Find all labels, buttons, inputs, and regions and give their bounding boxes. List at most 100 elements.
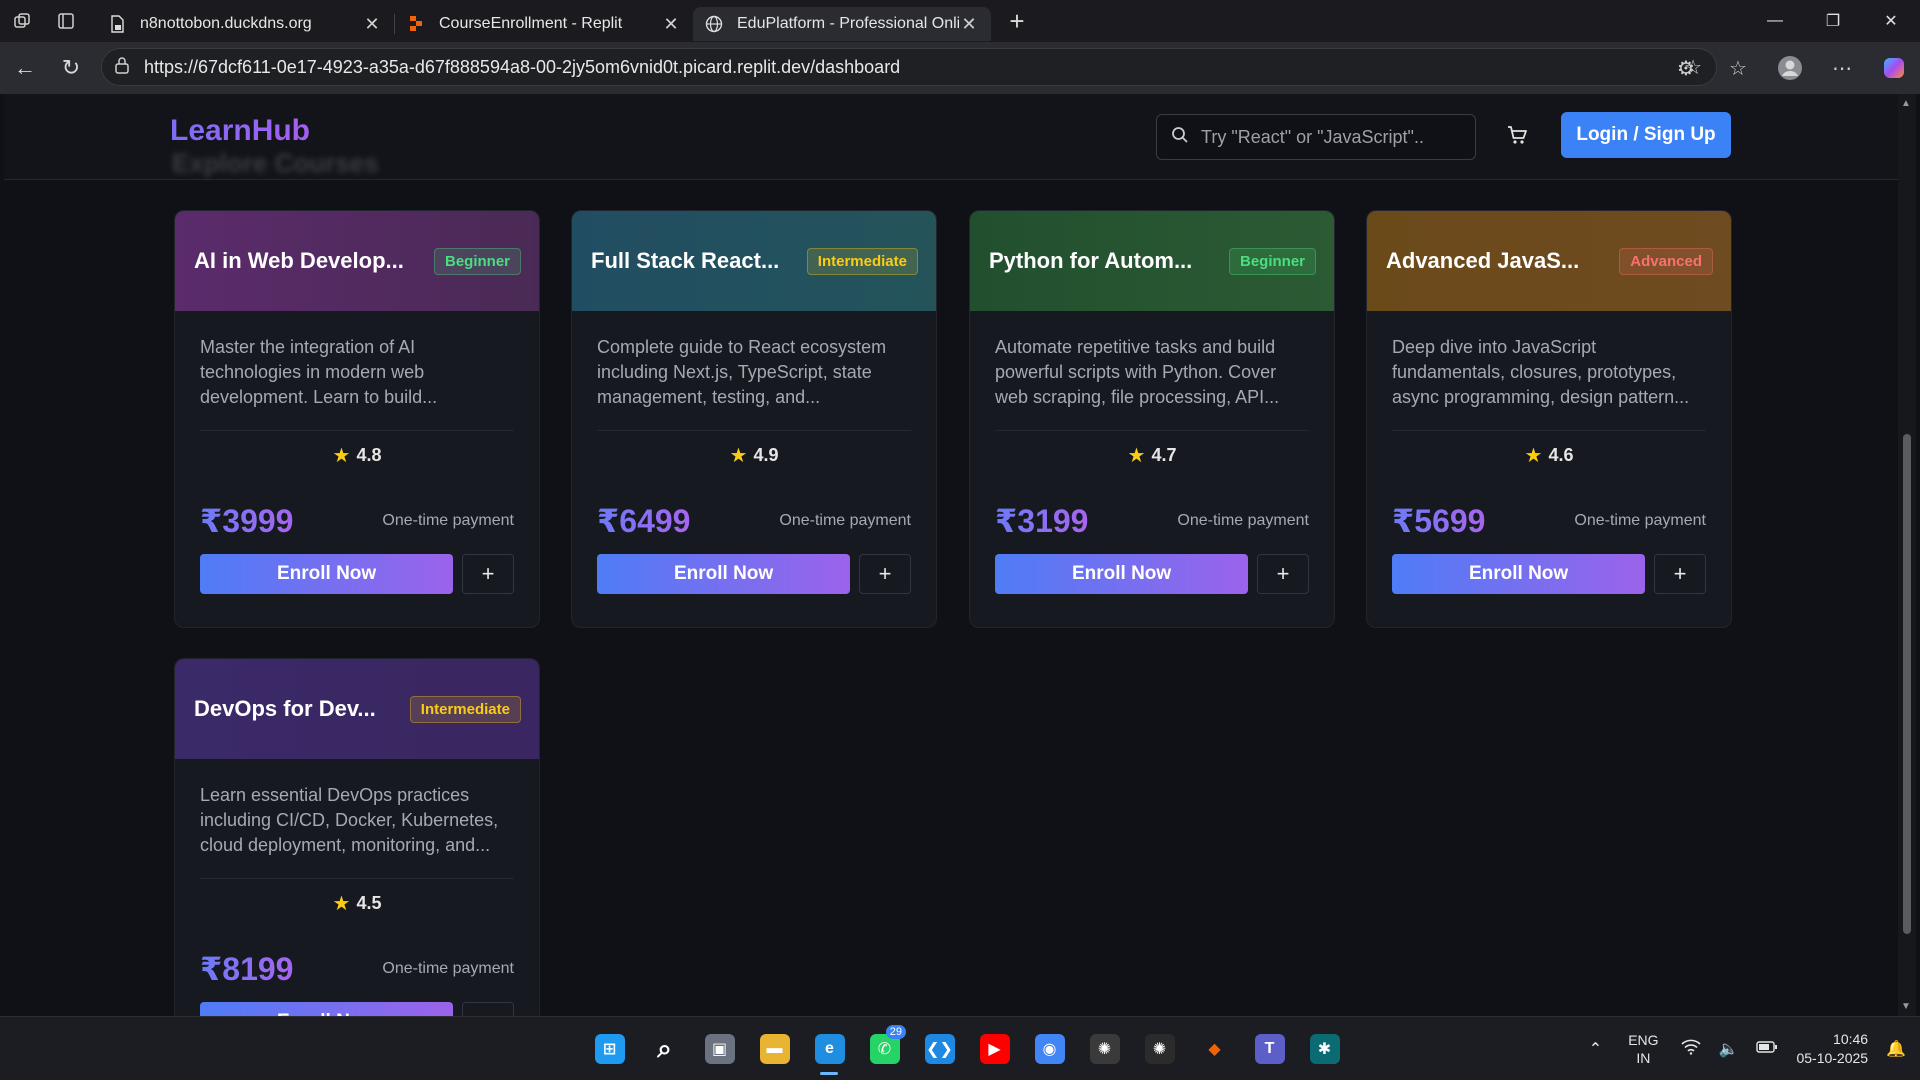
edge-icon[interactable]: e <box>802 1025 857 1075</box>
add-to-cart-plus-icon[interactable]: + <box>462 1002 514 1016</box>
search-icon[interactable]: ⌕ <box>637 1025 692 1073</box>
copilot-icon[interactable] <box>1868 42 1920 94</box>
whatsapp-icon[interactable]: ✆ 29 <box>857 1025 912 1073</box>
minimize-button[interactable]: — <box>1746 0 1804 42</box>
search-placeholder: Try "React" or "JavaScript".. <box>1201 126 1424 147</box>
add-to-cart-plus-icon[interactable]: + <box>1257 554 1309 594</box>
course-card[interactable]: Full Stack React... Intermediate Complete … <box>571 210 937 628</box>
tab-actions-icon[interactable] <box>44 0 88 42</box>
wifi-icon[interactable] <box>1680 1039 1701 1060</box>
course-title[interactable]: DevOps for Dev... <box>194 696 376 722</box>
course-rating: ★ 4.8 <box>200 443 514 468</box>
new-tab-button[interactable]: + <box>997 6 1037 37</box>
chatgpt-alt-icon[interactable]: ✺ <box>1132 1025 1187 1073</box>
task-view-icon[interactable]: ▣ <box>692 1025 747 1073</box>
reload-button[interactable]: ↻ <box>48 45 94 91</box>
course-card[interactable]: DevOps for Dev... Intermediate Learn essen… <box>174 658 540 1016</box>
enroll-now-button[interactable]: Enroll Now <box>1392 554 1646 594</box>
replit-icon <box>407 15 425 33</box>
replit-icon-glyph: ◆ <box>1208 1041 1221 1058</box>
clock[interactable]: 10:46 05-10-2025 <box>1796 1030 1868 1068</box>
enroll-now-button[interactable]: Enroll Now <box>200 554 454 594</box>
course-rating: ★ 4.5 <box>200 891 514 916</box>
perplexity-icon[interactable]: ✱ <box>1297 1025 1352 1073</box>
url-text: https://67dcf611-0e17-4923-a35a-d67f8885… <box>144 56 901 77</box>
card-divider <box>200 430 514 431</box>
globe-icon <box>705 15 723 33</box>
tab-close-icon[interactable]: ✕ <box>362 14 382 35</box>
restore-button[interactable]: ❐ <box>1804 0 1862 42</box>
course-title[interactable]: Advanced JavaS... <box>1386 248 1579 274</box>
page-lock-icon <box>108 15 126 33</box>
tab-title: EduPlatform - Professional Online <box>737 15 959 32</box>
address-bar[interactable]: https://67dcf611-0e17-4923-a35a-d67f8885… <box>101 48 1717 86</box>
notifications-bell-icon[interactable]: 🔔 <box>1886 1039 1906 1059</box>
vscode-icon-glyph: ❮❯ <box>924 1034 955 1064</box>
course-price: ₹3199 <box>995 503 1089 539</box>
search-icon-glyph: ⌕ <box>657 1033 672 1063</box>
windows-taskbar: ⊞ ⌕ ▣ ▬ e ✆ 29 ❮❯ ▶ ◉ ✺ ✺ ◆ T ✱ ⌃ ENG IN 🔈 10:46 05-10… <box>0 1016 1920 1080</box>
learnhub-logo[interactable]: LearnHub <box>170 114 310 148</box>
more-menu-icon[interactable]: ⋯ <box>1816 42 1868 94</box>
course-card[interactable]: AI in Web Develop... Beginner Master the i… <box>174 210 540 628</box>
youtube-icon-glyph: ▶ <box>979 1034 1010 1064</box>
windows-start-icon[interactable]: ⊞ <box>582 1025 637 1073</box>
teams-icon[interactable]: T <box>1242 1025 1297 1073</box>
vscode-icon[interactable]: ❮❯ <box>912 1025 967 1073</box>
course-title[interactable]: Python for Autom... <box>989 248 1192 274</box>
battery-icon[interactable] <box>1756 1040 1778 1059</box>
lang-code: ENG <box>1628 1032 1659 1048</box>
language-indicator[interactable]: ENG IN <box>1628 1031 1658 1067</box>
add-to-cart-plus-icon[interactable]: + <box>859 554 911 594</box>
chrome-icon-glyph: ◉ <box>1034 1034 1065 1064</box>
login-signup-button[interactable]: Login / Sign Up <box>1561 112 1731 158</box>
page-scrollbar[interactable]: ▲ ▼ <box>1898 94 1916 1016</box>
tab-close-icon[interactable]: ✕ <box>661 14 681 35</box>
favorites-icon[interactable]: ☆ <box>1712 42 1764 94</box>
clock-time: 10:46 <box>1833 1031 1869 1047</box>
browser-tab-1[interactable]: n8nottobon.duckdns.org ✕ <box>96 7 394 41</box>
rating-value: 4.6 <box>1548 445 1574 465</box>
add-to-cart-plus-icon[interactable]: + <box>462 554 514 594</box>
add-to-cart-plus-icon[interactable]: + <box>1654 554 1706 594</box>
chrome-icon[interactable]: ◉ <box>1022 1025 1077 1073</box>
level-badge: Beginner <box>433 247 521 275</box>
course-card[interactable]: Python for Autom... Beginner Automate repe… <box>969 210 1335 628</box>
level-badge: Beginner <box>1228 247 1316 275</box>
extensions-icon[interactable]: ⚙ <box>1660 42 1712 94</box>
course-title[interactable]: Full Stack React... <box>591 248 779 274</box>
course-title[interactable]: AI in Web Develop... <box>194 248 404 274</box>
course-rating: ★ 4.6 <box>1392 443 1706 468</box>
site-info-icon[interactable] <box>114 56 130 79</box>
course-description: Learn essential DevOps practices includi… <box>200 785 499 855</box>
site-header: Explore Courses LearnHub Try "React" or … <box>4 94 1898 180</box>
chatgpt-icon[interactable]: ✺ <box>1077 1025 1132 1073</box>
volume-icon[interactable]: 🔈 <box>1719 1039 1739 1059</box>
youtube-icon[interactable]: ▶ <box>967 1025 1022 1073</box>
browser-tab-3[interactable]: EduPlatform - Professional Online ✕ <box>693 7 991 41</box>
level-badge: Intermediate <box>409 695 521 723</box>
close-window-button[interactable]: ✕ <box>1862 0 1920 42</box>
file-explorer-icon[interactable]: ▬ <box>747 1025 802 1073</box>
profile-avatar[interactable] <box>1764 42 1816 94</box>
browser-tab-2[interactable]: CourseEnrollment - Replit ✕ <box>395 7 693 41</box>
show-hidden-icons-chevron-icon[interactable]: ⌃ <box>1589 1039 1602 1059</box>
course-description: Complete guide to React ecosystem includ… <box>597 337 887 407</box>
enroll-now-button[interactable]: Enroll Now <box>200 1002 454 1016</box>
enroll-now-button[interactable]: Enroll Now <box>995 554 1249 594</box>
workspaces-icon[interactable] <box>0 0 44 42</box>
cart-icon[interactable] <box>1506 124 1528 151</box>
back-button[interactable]: ← <box>2 45 48 91</box>
course-card[interactable]: Advanced JavaS... Advanced Deep dive into … <box>1366 210 1732 628</box>
enroll-now-button[interactable]: Enroll Now <box>597 554 851 594</box>
course-search-input[interactable]: Try "React" or "JavaScript".. <box>1156 114 1476 160</box>
scroll-down-arrow-icon[interactable]: ▼ <box>1901 1001 1911 1012</box>
replit-icon[interactable]: ◆ <box>1187 1025 1242 1073</box>
rating-value: 4.8 <box>356 445 382 465</box>
star-icon: ★ <box>1524 445 1543 467</box>
rating-value: 4.9 <box>753 445 779 465</box>
scrollbar-thumb[interactable] <box>1903 434 1911 934</box>
scroll-up-arrow-icon[interactable]: ▲ <box>1901 98 1911 109</box>
tab-close-icon[interactable]: ✕ <box>959 14 979 35</box>
card-divider <box>995 430 1309 431</box>
